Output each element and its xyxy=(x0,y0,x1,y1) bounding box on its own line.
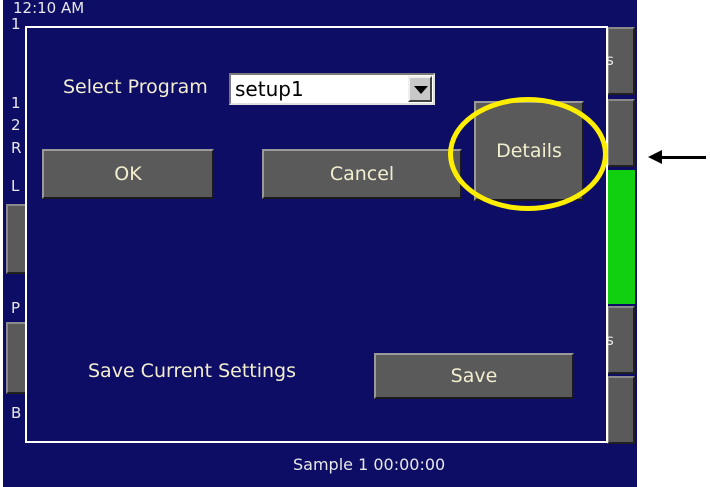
status-indicator-green xyxy=(608,170,635,304)
save-settings-label: Save Current Settings xyxy=(88,360,297,382)
cancel-button-label: Cancel xyxy=(329,163,395,185)
select-program-label: Select Program xyxy=(63,76,208,98)
details-button-label: Details xyxy=(496,140,562,162)
pointer-arrow-icon xyxy=(660,156,706,159)
bg-char: 2 xyxy=(11,116,21,134)
program-select-value: setup1 xyxy=(235,77,304,101)
details-button[interactable]: Details xyxy=(474,101,584,201)
ok-button-label: OK xyxy=(114,163,142,185)
clock-text: 12:10 AM xyxy=(13,0,85,14)
arrow-head-icon xyxy=(648,150,662,164)
dropdown-arrow-icon[interactable] xyxy=(408,76,432,102)
ok-button[interactable]: OK xyxy=(42,149,214,199)
bg-right-button[interactable] xyxy=(607,99,635,167)
bg-char: 1 xyxy=(11,15,21,33)
bg-char: L xyxy=(11,177,20,195)
status-text: Sample 1 00:00:00 xyxy=(293,455,446,474)
bg-char: R xyxy=(11,139,22,157)
save-button-label: Save xyxy=(450,365,498,387)
bg-char: B xyxy=(11,404,22,422)
bg-right-button[interactable] xyxy=(607,376,635,444)
cancel-button[interactable]: Cancel xyxy=(262,149,462,199)
program-select[interactable]: setup1 xyxy=(229,73,435,105)
bg-char: 1 xyxy=(11,94,21,112)
bg-char: P xyxy=(11,299,21,317)
save-button[interactable]: Save xyxy=(374,353,574,399)
